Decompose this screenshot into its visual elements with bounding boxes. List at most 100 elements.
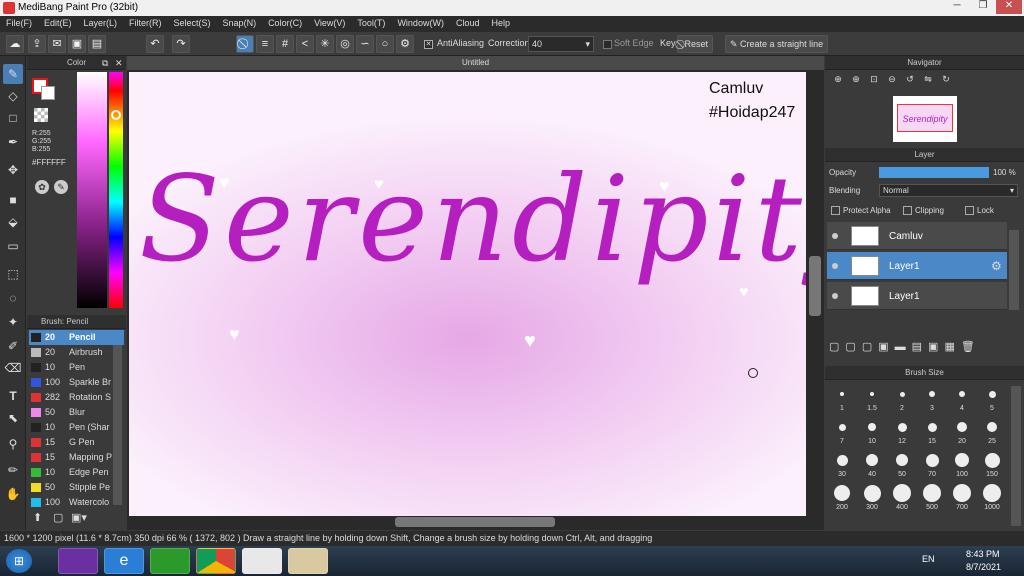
start-button[interactable]: ⊞ bbox=[6, 549, 32, 573]
minimize-button[interactable]: ─ bbox=[944, 0, 970, 14]
brush-item[interactable]: 15 G Pen bbox=[29, 435, 124, 450]
circle-snap-icon[interactable]: ◎ bbox=[336, 35, 354, 53]
brush-item[interactable]: 100 Watercolo bbox=[29, 495, 124, 508]
menu-layer[interactable]: Layer(L) bbox=[78, 16, 124, 28]
brush-size-option[interactable]: 400 bbox=[887, 483, 917, 513]
maximize-button[interactable]: ❐ bbox=[970, 0, 996, 14]
blending-select[interactable]: Normal ▾ bbox=[879, 184, 1018, 197]
brush-size-option[interactable]: 30 bbox=[827, 450, 857, 480]
navigator-thumbnail[interactable]: Serendipity bbox=[893, 96, 957, 142]
green-app-icon[interactable] bbox=[150, 548, 190, 574]
zoom-in-icon[interactable]: ⊕ bbox=[847, 74, 865, 85]
hue-slider[interactable] bbox=[109, 72, 123, 308]
menu-view[interactable]: View(V) bbox=[308, 16, 351, 28]
flip-icon[interactable]: ⇋ bbox=[919, 74, 937, 85]
fill-rect-icon[interactable]: ■ bbox=[3, 190, 23, 210]
transparent-swatch[interactable] bbox=[34, 108, 48, 122]
new-brush-icon[interactable]: ▢ bbox=[53, 511, 63, 524]
brush-item[interactable]: 50 Blur bbox=[29, 405, 124, 420]
opacity-slider[interactable] bbox=[879, 167, 989, 178]
zoom-pen-icon[interactable]: ✏ bbox=[3, 460, 23, 480]
move-tool-icon[interactable]: ✥ bbox=[3, 160, 23, 180]
brush-size-option[interactable]: 10 bbox=[857, 417, 887, 447]
soft-edge-checkbox[interactable] bbox=[603, 40, 612, 49]
brush-size-option[interactable]: 1 bbox=[827, 384, 857, 414]
straight-line-button[interactable]: ✎ Create a straight line bbox=[725, 35, 829, 53]
brush-size-option[interactable]: 40 bbox=[857, 450, 887, 480]
lasso-tool-icon[interactable]: ◌ bbox=[3, 288, 23, 308]
brush-size-option[interactable]: 25 bbox=[977, 417, 1007, 447]
visibility-icon[interactable] bbox=[832, 263, 838, 269]
brush-size-option[interactable]: 100 bbox=[947, 450, 977, 480]
palette-icon[interactable]: ✿ bbox=[35, 180, 49, 194]
fit-icon[interactable]: ⊡ bbox=[865, 74, 883, 85]
layer-row[interactable]: Layer1 bbox=[827, 282, 1007, 310]
brush-size-option[interactable]: 500 bbox=[917, 483, 947, 513]
settings-snap-icon[interactable]: ⚙ bbox=[396, 35, 414, 53]
share-icon[interactable]: ⇪ bbox=[28, 35, 46, 53]
gear-icon[interactable]: ⚙ bbox=[991, 259, 1002, 273]
brush-item[interactable]: 15 Mapping P bbox=[29, 450, 124, 465]
settings-icon[interactable]: ▦ bbox=[944, 341, 960, 353]
chat-icon[interactable]: ✉ bbox=[48, 35, 66, 53]
undo-icon[interactable]: ↶ bbox=[146, 35, 164, 53]
document-icon[interactable]: ▤ bbox=[88, 35, 106, 53]
paint-taskbar-icon[interactable] bbox=[288, 548, 328, 574]
internet-explorer-icon[interactable]: e bbox=[104, 548, 144, 574]
close-button[interactable]: ✕ bbox=[996, 0, 1022, 14]
brush-size-option[interactable]: 12 bbox=[887, 417, 917, 447]
save-icon[interactable]: ▣ bbox=[68, 35, 86, 53]
curve-snap-icon[interactable]: ∽ bbox=[356, 35, 374, 53]
visibility-icon[interactable] bbox=[832, 233, 838, 239]
operation-tool-icon[interactable]: ⬉ bbox=[3, 408, 23, 428]
ellipse-snap-icon[interactable]: ○ bbox=[376, 35, 394, 53]
palette-edit-icon[interactable]: ✎ bbox=[54, 180, 68, 194]
copy-layer-icon[interactable]: ▢ bbox=[862, 341, 878, 353]
merge-icon[interactable]: ▤ bbox=[912, 341, 928, 353]
brush-item[interactable]: 10 Pen bbox=[29, 360, 124, 375]
zoom-out-icon[interactable]: ⊖ bbox=[883, 74, 901, 85]
brush-tool-icon[interactable]: ✎ bbox=[3, 64, 23, 84]
radial-snap-icon[interactable]: ✳ bbox=[316, 35, 334, 53]
select-rect-icon[interactable]: ⬚ bbox=[3, 264, 23, 284]
layer-scrollbar[interactable] bbox=[1009, 230, 1019, 310]
zoom-in-icon[interactable]: ⊕ bbox=[829, 74, 847, 85]
brush-size-scrollbar[interactable] bbox=[1011, 386, 1021, 526]
saturation-value-picker[interactable] bbox=[77, 72, 107, 308]
reset-button[interactable]: ⃠ Reset bbox=[677, 35, 714, 53]
rotate-left-icon[interactable]: ↺ bbox=[901, 74, 919, 85]
brush-size-option[interactable]: 3 bbox=[917, 384, 947, 414]
menu-filter[interactable]: Filter(R) bbox=[123, 16, 168, 28]
language-indicator[interactable]: EN bbox=[922, 554, 935, 564]
protect-alpha-checkbox[interactable] bbox=[831, 206, 840, 215]
text-tool-icon[interactable]: T bbox=[3, 386, 23, 406]
snap-off-icon[interactable]: ⃠ bbox=[236, 35, 254, 53]
brush-size-option[interactable]: 700 bbox=[947, 483, 977, 513]
grid-snap-icon[interactable]: # bbox=[276, 35, 294, 53]
new-layer-icon[interactable]: ▢ bbox=[845, 341, 861, 353]
magic-wand-icon[interactable]: ✦ bbox=[3, 312, 23, 332]
eraser-tool-icon[interactable]: ◇ bbox=[3, 86, 23, 106]
parallel-snap-icon[interactable]: ≡ bbox=[256, 35, 274, 53]
menu-edit[interactable]: Edit(E) bbox=[38, 16, 78, 28]
horizontal-scroll-thumb[interactable] bbox=[395, 517, 555, 527]
eyedropper-tool-icon[interactable]: ⚲ bbox=[3, 434, 23, 454]
dot-tool-icon[interactable]: □ bbox=[3, 108, 23, 128]
add-brush-icon[interactable]: ⬆ bbox=[33, 511, 42, 524]
correction-select[interactable]: 40 ▾ bbox=[528, 36, 594, 52]
brush-size-option[interactable]: 50 bbox=[887, 450, 917, 480]
select-pen-icon[interactable]: ✐ bbox=[3, 336, 23, 356]
brush-size-option[interactable]: 150 bbox=[977, 450, 1007, 480]
gradient-tool-icon[interactable]: ▭ bbox=[3, 236, 23, 256]
layer-row[interactable]: Camluv bbox=[827, 222, 1007, 250]
medibang-taskbar-icon[interactable] bbox=[242, 548, 282, 574]
menu-snap[interactable]: Snap(N) bbox=[217, 16, 263, 28]
vanishing-snap-icon[interactable]: < bbox=[296, 35, 314, 53]
select-eraser-icon[interactable]: ⌫ bbox=[3, 358, 23, 378]
brush-list-scrollbar[interactable] bbox=[113, 345, 122, 505]
clipping-checkbox[interactable] bbox=[903, 206, 912, 215]
background-color-swatch[interactable] bbox=[41, 86, 55, 100]
panel-close-icon[interactable]: ✕ bbox=[115, 58, 123, 69]
vertical-scroll-thumb[interactable] bbox=[809, 256, 821, 316]
brush-item[interactable]: 10 Pen (Shar bbox=[29, 420, 124, 435]
